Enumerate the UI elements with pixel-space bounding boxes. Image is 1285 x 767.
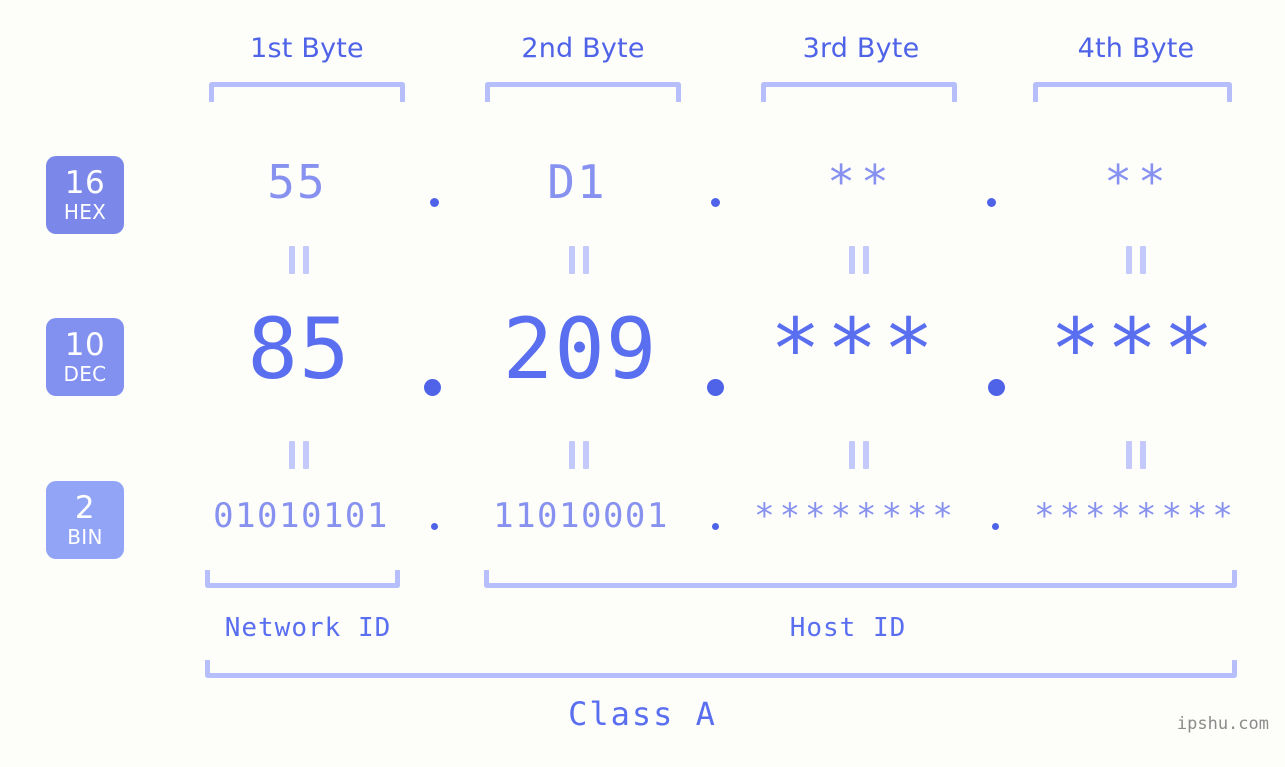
class-bracket bbox=[205, 660, 1237, 678]
equals-mark-hex-dec-2 bbox=[569, 246, 589, 274]
bin-separator-dot-1 bbox=[431, 523, 438, 530]
base-badge-dec-name: DEC bbox=[63, 362, 107, 386]
dec-separator-dot-3 bbox=[988, 379, 1005, 396]
equals-mark-dec-bin-2 bbox=[569, 441, 589, 469]
bin-byte-1-value: 01010101 bbox=[213, 496, 389, 536]
base-badge-hex-number: 16 bbox=[64, 165, 106, 201]
watermark: ipshu.com bbox=[1176, 714, 1269, 734]
equals-mark-dec-bin-4 bbox=[1126, 441, 1146, 469]
bin-byte-2-value: 11010001 bbox=[493, 496, 669, 536]
base-badge-bin-name: BIN bbox=[67, 525, 103, 549]
dec-byte-4-value: *** bbox=[1050, 300, 1220, 398]
hex-byte-3-value: ** bbox=[827, 155, 895, 209]
bin-byte-4-value: ******** bbox=[1034, 496, 1238, 536]
base-badge-dec: 10 DEC bbox=[46, 318, 124, 396]
host-id-bracket bbox=[484, 570, 1237, 588]
base-badge-bin-number: 2 bbox=[74, 490, 96, 526]
hex-byte-1-value: 55 bbox=[267, 155, 327, 209]
hex-separator-dot-2 bbox=[711, 198, 720, 207]
base-badge-hex: 16 HEX bbox=[46, 156, 124, 234]
base-badge-bin: 2 BIN bbox=[46, 481, 124, 559]
byte-bracket-1 bbox=[209, 82, 405, 102]
dec-byte-1-value: 85 bbox=[247, 300, 351, 398]
equals-mark-hex-dec-4 bbox=[1126, 246, 1146, 274]
dec-byte-2-value: 209 bbox=[502, 300, 658, 398]
dec-separator-dot-2 bbox=[707, 379, 724, 396]
byte-bracket-2 bbox=[485, 82, 681, 102]
dec-byte-3-value: *** bbox=[770, 300, 940, 398]
class-label: Class A bbox=[568, 695, 717, 733]
byte-header-1: 1st Byte bbox=[250, 33, 364, 64]
byte-header-2: 2nd Byte bbox=[521, 33, 645, 64]
hex-byte-4-value: ** bbox=[1104, 155, 1172, 209]
byte-header-3: 3rd Byte bbox=[802, 33, 920, 64]
equals-mark-hex-dec-1 bbox=[289, 246, 309, 274]
network-id-label: Network ID bbox=[224, 613, 392, 643]
bin-separator-dot-2 bbox=[712, 523, 719, 530]
byte-bracket-3 bbox=[761, 82, 957, 102]
base-badge-hex-name: HEX bbox=[63, 200, 107, 224]
byte-header-4: 4th Byte bbox=[1077, 33, 1195, 64]
equals-mark-dec-bin-3 bbox=[849, 441, 869, 469]
host-id-label: Host ID bbox=[789, 613, 907, 643]
hex-byte-2-value: D1 bbox=[547, 155, 607, 209]
base-badge-dec-number: 10 bbox=[64, 327, 106, 363]
equals-mark-dec-bin-1 bbox=[289, 441, 309, 469]
bin-byte-3-value: ******** bbox=[754, 496, 958, 536]
hex-separator-dot-1 bbox=[430, 198, 439, 207]
bin-separator-dot-3 bbox=[992, 523, 999, 530]
equals-mark-hex-dec-3 bbox=[849, 246, 869, 274]
byte-bracket-4 bbox=[1033, 82, 1232, 102]
hex-separator-dot-3 bbox=[987, 198, 996, 207]
network-id-bracket bbox=[205, 570, 400, 588]
dec-separator-dot-1 bbox=[424, 379, 441, 396]
